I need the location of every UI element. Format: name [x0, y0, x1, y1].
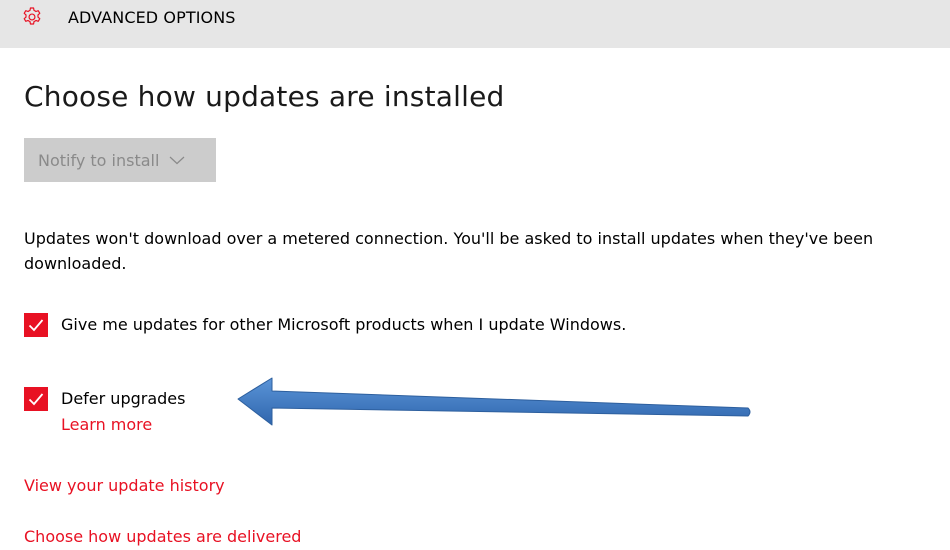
defer-upgrades-label: Defer upgrades	[61, 389, 186, 408]
section-heading: Choose how updates are installed	[24, 80, 505, 113]
page-title: ADVANCED OPTIONS	[68, 8, 236, 27]
metered-connection-description: Updates won't download over a metered co…	[24, 229, 874, 273]
microsoft-products-option: Give me updates for other Microsoft prod…	[24, 313, 626, 337]
update-delivery-link[interactable]: Choose how updates are delivered	[24, 527, 301, 546]
microsoft-products-label: Give me updates for other Microsoft prod…	[61, 315, 627, 334]
checkmark-icon	[28, 393, 44, 406]
gear-icon	[23, 7, 41, 25]
chevron-down-icon	[170, 156, 185, 165]
dropdown-selected-value: Notify to install	[38, 150, 160, 170]
defer-upgrades-checkbox[interactable]	[24, 387, 48, 411]
update-history-link[interactable]: View your update history	[24, 476, 225, 495]
microsoft-products-checkbox[interactable]	[24, 313, 48, 337]
install-mode-dropdown[interactable]: Notify to install	[24, 138, 216, 182]
defer-upgrades-option: Defer upgrades	[24, 387, 185, 411]
checkmark-icon	[28, 319, 44, 332]
title-bar: ADVANCED OPTIONS	[0, 0, 950, 48]
learn-more-link[interactable]: Learn more	[61, 415, 152, 434]
